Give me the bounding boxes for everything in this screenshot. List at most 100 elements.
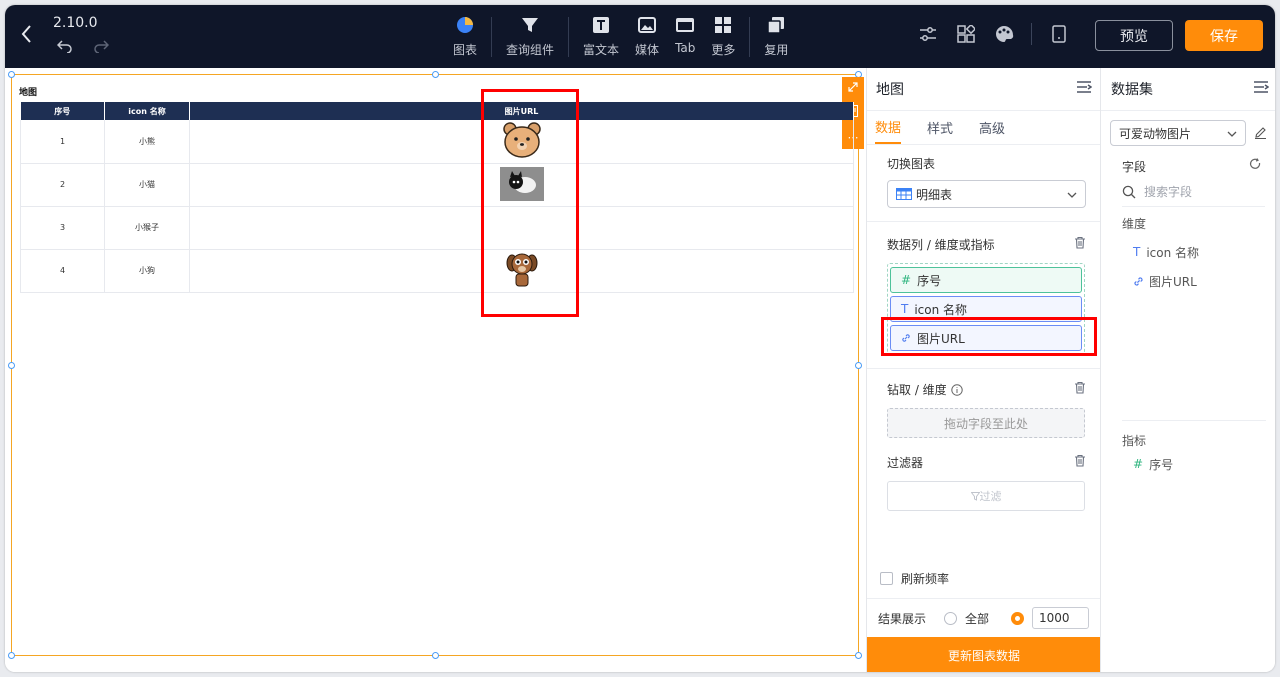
resize-handle[interactable] (855, 362, 862, 369)
table-row: 4 小狗 (20, 249, 854, 293)
dimension-item[interactable]: 图片URL (1101, 271, 1275, 291)
trash-icon[interactable] (1074, 381, 1086, 398)
collapse-panel-icon[interactable] (1253, 80, 1270, 98)
search-field-row[interactable]: 搜索字段 (1122, 183, 1265, 207)
tool-media[interactable]: 媒体 (627, 13, 667, 61)
preview-button[interactable]: 预览 (1095, 20, 1173, 51)
chart-type-value: 明细表 (916, 187, 953, 202)
tool-richtext[interactable]: 富文本 (575, 13, 627, 61)
info-icon[interactable] (950, 383, 963, 396)
edit-pencil-icon[interactable] (1254, 124, 1267, 143)
chart-config-panel: 地图 数据 样式 高级 切换图表 明细表 数据列 / 维度或指标 # 序号 T … (866, 68, 1101, 672)
collapse-panel-icon[interactable] (1076, 80, 1093, 98)
tool-tab[interactable]: Tab (667, 13, 703, 61)
mobile-view-icon[interactable] (1048, 23, 1070, 45)
table-row: 3 小猴子 (20, 206, 854, 250)
image-icon (637, 15, 657, 35)
dataset-value: 可爱动物图片 (1119, 126, 1192, 141)
tab-data[interactable]: 数据 (875, 111, 902, 144)
resize-handle[interactable] (8, 652, 15, 659)
cell-index: 3 (20, 206, 105, 250)
fields-label: 字段 (1122, 160, 1147, 174)
chevron-down-icon (1067, 187, 1077, 201)
radio-all[interactable] (944, 611, 958, 625)
text-field-icon: T (901, 302, 909, 316)
cell-index: 2 (20, 163, 105, 207)
chevron-down-icon (1227, 126, 1237, 140)
highlight-box (481, 89, 579, 317)
table-row: 2 小猫 (20, 163, 854, 207)
resize-handle[interactable] (855, 652, 862, 659)
resize-handle[interactable] (432, 71, 439, 78)
panel-title: 地图 (876, 82, 904, 98)
resize-handle[interactable] (8, 362, 15, 369)
resize-handle[interactable] (432, 652, 439, 659)
switch-chart-label: 切换图表 (887, 157, 936, 171)
trash-icon[interactable] (1074, 454, 1086, 471)
widget-title: 地图 (19, 88, 38, 98)
cell-name: 小猫 (104, 163, 190, 207)
undo-icon[interactable] (56, 38, 73, 57)
tab-style[interactable]: 样式 (927, 112, 953, 143)
table-icon (896, 188, 912, 200)
refresh-icon[interactable] (1249, 158, 1261, 175)
tool-reuse-label: 复用 (764, 43, 789, 57)
tool-tab-label: Tab (675, 41, 696, 55)
dimension-item[interactable]: T icon 名称 (1101, 242, 1275, 262)
tool-query[interactable]: 查询组件 (498, 13, 562, 61)
text-box-icon (591, 15, 611, 35)
tool-reuse[interactable]: 复用 (756, 13, 796, 61)
tool-chart[interactable]: 图表 (445, 13, 485, 61)
right-toolbar (917, 23, 1086, 45)
refresh-option[interactable]: 刷新频率 (880, 570, 949, 587)
search-input[interactable]: 搜索字段 (1144, 183, 1192, 200)
result-limit-input[interactable]: 1000 (1032, 607, 1090, 629)
back-arrow-icon[interactable] (19, 23, 41, 49)
resize-handle[interactable] (8, 71, 15, 78)
measure-icon: # (1133, 457, 1144, 471)
refresh-checkbox[interactable] (880, 572, 893, 585)
update-chart-data-button[interactable]: 更新图表数据 (867, 637, 1101, 672)
tool-more-label: 更多 (711, 43, 736, 57)
tool-media-label: 媒体 (635, 43, 660, 57)
sliders-icon[interactable] (917, 23, 939, 45)
dataset-panel-header: 数据集 (1101, 68, 1275, 111)
link-icon (1133, 276, 1144, 287)
search-icon (1122, 185, 1136, 198)
version-label: 2.10.0 (53, 15, 98, 31)
measure-item[interactable]: # 序号 (1133, 454, 1173, 474)
dataset-select[interactable]: 可爱动物图片 (1110, 120, 1246, 146)
layout-icon[interactable] (955, 23, 977, 45)
filter-button[interactable]: 过滤 (887, 481, 1085, 511)
column-header[interactable]: 序号 (20, 102, 105, 120)
table-widget[interactable]: 地图 ⋯ 序号 icon 名称 图片URL 1 小熊 2 小猫 3 小猴子 4 … (8, 71, 864, 659)
trash-icon[interactable] (1074, 236, 1086, 253)
copy-icon (766, 15, 786, 35)
drill-dropzone[interactable]: 拖动字段至此处 (887, 408, 1085, 438)
measure-icon: # (901, 273, 912, 287)
text-field-icon: T (1133, 245, 1141, 259)
result-all-label: 全部 (965, 611, 990, 626)
save-button[interactable]: 保存 (1185, 20, 1263, 51)
field-chip-label: 序号 (917, 273, 942, 288)
chart-type-select[interactable]: 明细表 (887, 180, 1086, 208)
redo-icon[interactable] (93, 38, 110, 57)
radio-limit[interactable] (1011, 611, 1025, 625)
tab-advanced[interactable]: 高级 (979, 112, 1005, 143)
field-chip-index[interactable]: # 序号 (890, 267, 1082, 293)
tool-more[interactable]: 更多 (703, 13, 743, 61)
filter-icon (970, 491, 980, 501)
component-toolbar: 图表 查询组件 富文本 媒体 Tab 更多 复用 (445, 13, 796, 61)
drill-label: 钻取 / 维度 (887, 381, 963, 398)
column-header[interactable]: icon 名称 (104, 102, 190, 120)
grid-icon (713, 15, 733, 35)
data-table: 序号 icon 名称 图片URL 1 小熊 2 小猫 3 小猴子 4 小狗 (20, 102, 854, 293)
dashboard-canvas: 地图 ⋯ 序号 icon 名称 图片URL 1 小熊 2 小猫 3 小猴子 4 … (5, 68, 865, 672)
cell-name: 小狗 (104, 249, 190, 293)
theme-palette-icon[interactable] (993, 23, 1015, 45)
table-row: 1 小熊 (20, 120, 854, 164)
cell-index: 4 (20, 249, 105, 293)
config-tabs: 数据 样式 高级 (867, 111, 1100, 145)
cell-name: 小熊 (104, 120, 190, 164)
expand-icon[interactable] (848, 82, 858, 95)
